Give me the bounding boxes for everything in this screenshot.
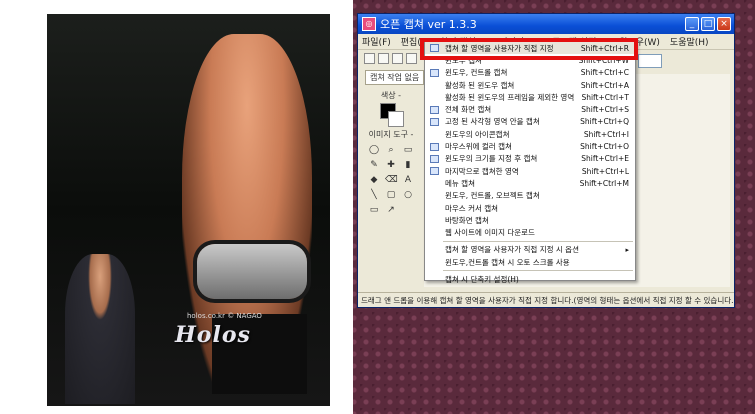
menu-item[interactable]: 캡쳐 할 영역을 사용자가 직접 지정 시 옵션 ▸: [425, 244, 635, 256]
menu-item-label: 바탕화면 캡쳐: [445, 215, 489, 225]
menu-item-shortcut: Shift+Ctrl+A: [580, 80, 629, 90]
marker-tool-icon[interactable]: ▮: [402, 159, 414, 171]
capture-mode-icon: [430, 142, 439, 151]
zoom-combo[interactable]: [638, 54, 662, 68]
capture-mode-icon: [430, 105, 439, 114]
menu-item-shortcut: Shift+Ctrl+C: [580, 68, 629, 78]
menu-item[interactable]: 마지막으로 캡쳐한 영역 Shift+Ctrl+L: [425, 165, 635, 177]
select-tool-icon[interactable]: ▭: [402, 144, 414, 156]
capture-mode-icon: [430, 68, 439, 77]
capture-mode-label: 캡쳐 작업 없음: [365, 70, 425, 85]
menu-help[interactable]: 도움말(H): [670, 35, 709, 48]
menu-item[interactable]: 메뉴 캡쳐 Shift+Ctrl+M: [425, 177, 635, 189]
image-tools-label: 이미지 도구 -: [368, 130, 414, 139]
menu-item[interactable]: 고정 된 사각형 영역 안을 캡쳐 Shift+Ctrl+Q: [425, 116, 635, 128]
menu-item-label: 윈도우,컨트롤 캡쳐 시 오토 스크롤 사용: [445, 257, 570, 267]
menu-item-label: 메뉴 캡쳐: [445, 178, 475, 188]
web-page-panel: holos.co.kr © NAGAO Holos: [0, 0, 353, 414]
menu-item-label: 웹 사이트에 이미지 다운로드: [445, 228, 535, 238]
capture-dropdown-menu: 캡쳐 할 영역을 사용자가 직접 지정 Shift+Ctrl+R 윈도우 캡쳐 Shi…: [424, 41, 636, 284]
menu-item-label: 마지막으로 캡쳐한 영역: [445, 166, 519, 176]
image-tools-grid: ◯ ⌕ ▭ ✎ ✚ ▮ ◆ ⌫ A ╲ ▢ ○ ▭ ↗: [362, 144, 420, 216]
fighter-photo: holos.co.kr © NAGAO Holos: [47, 14, 330, 406]
menu-item-label: 마우스위에 컬러 캡쳐: [445, 142, 512, 152]
menu-item[interactable]: 윈도우,컨트롤 캡쳐 시 오토 스크롤 사용: [425, 256, 635, 268]
zoom-tool-icon[interactable]: ⌕: [385, 144, 397, 156]
menu-file[interactable]: 파일(F): [362, 35, 391, 48]
menu-item-shortcut: Shift+Ctrl+M: [579, 178, 629, 188]
menu-item-shortcut: Shift+Ctrl+S: [581, 105, 629, 115]
menu-item[interactable]: 윈도우, 컨트롤, 오브젝트 캡쳐: [425, 190, 635, 202]
menu-item[interactable]: 윈도우, 컨트롤 캡쳐 Shift+Ctrl+C: [425, 67, 635, 79]
rounded-rect-tool-icon[interactable]: ▭: [368, 204, 380, 216]
menu-item-label: 윈도우의 아이콘캡쳐: [445, 129, 510, 139]
lasso-tool-icon[interactable]: ◯: [368, 144, 380, 156]
menu-separator: [443, 270, 633, 272]
menu-item-label: 캡쳐 할 영역을 사용자가 직접 지정 시 옵션: [445, 245, 579, 255]
color-tool-icon[interactable]: ✚: [385, 159, 397, 171]
menu-item[interactable]: 웹 사이트에 이미지 다운로드: [425, 226, 635, 238]
menu-item-label: 캡쳐 시 단축키 설정(H): [445, 274, 519, 284]
save-icon[interactable]: [392, 52, 403, 64]
menu-item-shortcut: Shift+Ctrl+L: [581, 166, 629, 176]
status-bar: 드래그 앤 드롭을 이용해 캡쳐 할 영역을 사용자가 직접 지정 합니다.(영…: [358, 292, 734, 307]
menu-item-shortcut: Shift+Ctrl+I: [583, 129, 629, 139]
menu-item-label: 활성화 된 윈도우의 프레임을 제외한 영역: [445, 92, 575, 102]
capture-mode-icon: [430, 117, 439, 126]
menu-item-label: 전체 화면 캡쳐: [445, 105, 492, 115]
menu-item[interactable]: 윈도우의 크기를 지정 후 캡쳐 Shift+Ctrl+E: [425, 153, 635, 165]
open-folder-icon[interactable]: [378, 52, 389, 64]
capture-mode-icon: [430, 167, 439, 176]
menu-item-shortcut: Shift+Ctrl+O: [580, 142, 629, 152]
title-bar[interactable]: ◎ 오픈 캡쳐 ver 1.3.3 _ □ ×: [358, 14, 734, 34]
menu-item[interactable]: 윈도우의 아이콘캡쳐 Shift+Ctrl+I: [425, 128, 635, 140]
capture-region-icon[interactable]: [406, 52, 417, 64]
submenu-arrow-icon: ▸: [625, 245, 629, 254]
menu-separator: [443, 240, 633, 242]
championship-belt: [197, 244, 307, 299]
tools-sidebar: 색상 - 이미지 도구 - ◯ ⌕ ▭ ✎ ✚ ▮ ◆ ⌫ A ╲ ▢ ○ ▭ …: [362, 88, 420, 278]
menu-item-label: 윈도우의 크기를 지정 후 캡쳐: [445, 154, 538, 164]
app-icon: ◎: [362, 17, 376, 31]
window-title: 오픈 캡쳐 ver 1.3.3: [380, 18, 477, 31]
menu-item[interactable]: 마우스위에 컬러 캡쳐 Shift+Ctrl+O: [425, 140, 635, 152]
menu-item-shortcut: Shift+Ctrl+Q: [580, 117, 629, 127]
line-tool-icon[interactable]: ╲: [368, 189, 380, 201]
menu-item-label: 윈도우, 컨트롤 캡쳐: [445, 68, 508, 78]
menu-item[interactable]: 마우스 커서 캡쳐: [425, 202, 635, 214]
arrow-tool-icon[interactable]: ↗: [385, 204, 397, 216]
text-tool-icon[interactable]: A: [402, 174, 414, 186]
capture-mode-icon: [430, 154, 439, 163]
maximize-button[interactable]: □: [701, 17, 715, 31]
fill-tool-icon[interactable]: ◆: [368, 174, 380, 186]
pencil-tool-icon[interactable]: ✎: [368, 159, 380, 171]
menu-item-label: 마우스 커서 캡쳐: [445, 203, 499, 213]
menu-item-shortcut: Shift+Ctrl+E: [581, 154, 629, 164]
ellipse-tool-icon[interactable]: ○: [402, 189, 414, 201]
background-color[interactable]: [388, 111, 404, 127]
new-file-icon[interactable]: [364, 52, 375, 64]
highlight-annotation-box: [420, 38, 638, 60]
menu-item[interactable]: 활성화 된 윈도우 캡쳐 Shift+Ctrl+A: [425, 79, 635, 91]
menu-item[interactable]: 전체 화면 캡쳐 Shift+Ctrl+S: [425, 103, 635, 115]
menu-item[interactable]: 활성화 된 윈도우의 프레임을 제외한 영역 Shift+Ctrl+T: [425, 91, 635, 103]
photo-watermark: Holos: [175, 322, 251, 348]
color-picker[interactable]: [376, 103, 406, 127]
menu-item-label: 활성화 된 윈도우 캡쳐: [445, 80, 515, 90]
menu-item[interactable]: 바탕화면 캡쳐: [425, 214, 635, 226]
color-label: 색상 -: [380, 91, 402, 100]
menu-item-label: 윈도우, 컨트롤, 오브젝트 캡쳐: [445, 191, 540, 201]
minimize-button[interactable]: _: [685, 17, 699, 31]
menu-item[interactable]: 캡쳐 시 단축키 설정(H): [425, 273, 635, 285]
close-button[interactable]: ×: [717, 17, 731, 31]
spectator-figure: [65, 254, 135, 404]
rectangle-tool-icon[interactable]: ▢: [385, 189, 397, 201]
menu-item-label: 고정 된 사각형 영역 안을 캡쳐: [445, 117, 540, 127]
menu-item-shortcut: Shift+Ctrl+T: [581, 92, 629, 102]
eraser-tool-icon[interactable]: ⌫: [385, 174, 398, 186]
photo-credit: holos.co.kr © NAGAO: [187, 312, 262, 320]
